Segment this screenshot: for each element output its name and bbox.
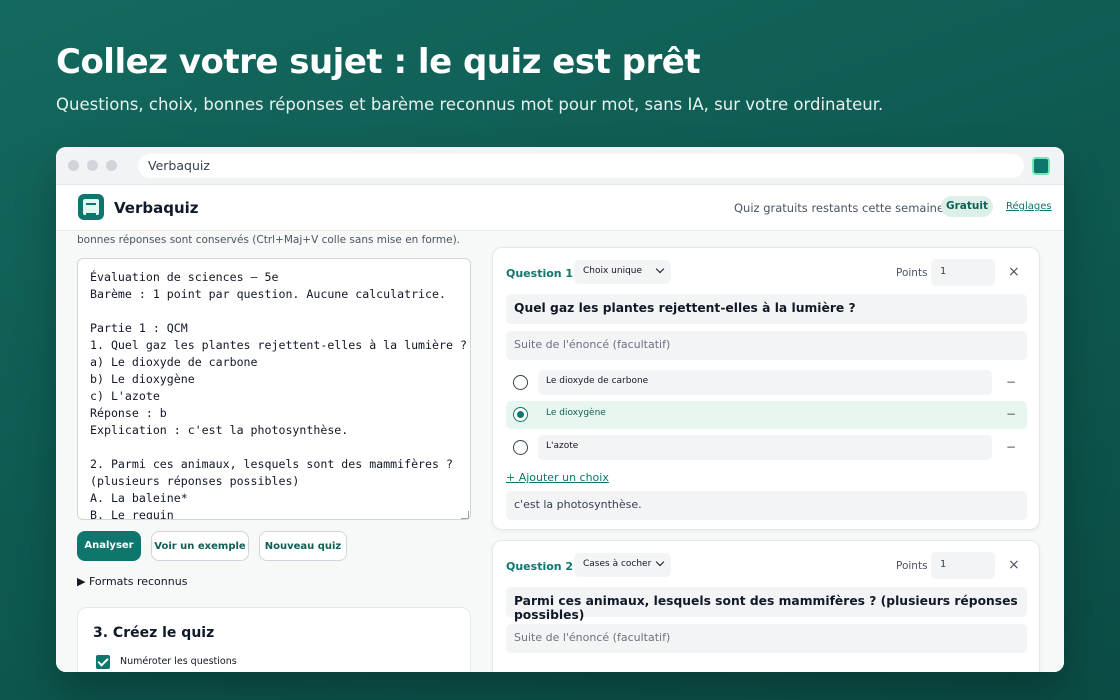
choice-row: Le dioxyde de carbone − (506, 369, 1027, 397)
window-close-dot[interactable] (68, 160, 79, 171)
question-type-value: Choix unique (583, 266, 643, 276)
close-icon[interactable]: × (1008, 557, 1020, 573)
close-icon[interactable]: × (1008, 264, 1020, 280)
choice-input[interactable]: Le dioxygène (538, 402, 992, 427)
create-quiz-card: 3. Créez le quiz Numéroter les questions (77, 607, 471, 672)
quota-text: Quiz gratuits restants cette semaine : 3 (734, 201, 963, 215)
app-name: Verbaquiz (114, 199, 199, 217)
app-logo-icon (78, 194, 104, 220)
question-label: Question 1 (506, 267, 574, 280)
settings-link[interactable]: Réglages (1006, 201, 1052, 212)
remove-choice-icon[interactable]: − (1006, 375, 1016, 389)
analyze-button[interactable]: Analyser (77, 531, 141, 561)
example-button[interactable]: Voir un exemple (151, 531, 249, 561)
points-label: Points (896, 267, 928, 279)
add-choice-link[interactable]: + Ajouter un choix (506, 471, 609, 484)
correct-radio[interactable] (513, 440, 528, 455)
textarea-resize-handle[interactable] (461, 511, 469, 519)
chevron-down-icon (655, 264, 665, 274)
choice-row: L'azote − (506, 434, 1027, 462)
correct-radio[interactable] (513, 375, 528, 390)
chevron-down-icon (655, 557, 665, 567)
points-input[interactable]: 1 (931, 552, 995, 579)
hero-title: Collez votre sujet : le quiz est prêt (56, 42, 701, 82)
hero-subtitle: Questions, choix, bonnes réponses et bar… (56, 95, 884, 114)
explanation-input[interactable]: c'est la photosynthèse. (506, 491, 1027, 520)
question-card-1: Question 1 Choix unique Points 1 × Quel … (492, 247, 1040, 530)
address-bar[interactable]: Verbaquiz (138, 154, 1024, 178)
create-quiz-title: 3. Créez le quiz (93, 625, 215, 641)
remove-choice-icon[interactable]: − (1006, 407, 1016, 421)
question-label: Question 2 (506, 560, 574, 573)
subject-textarea[interactable]: Évaluation de sciences — 5e Barème : 1 p… (77, 258, 471, 520)
question-type-value: Cases à cocher (583, 559, 652, 569)
question-more-input[interactable]: Suite de l'énoncé (facultatif) (506, 331, 1027, 360)
new-quiz-button[interactable]: Nouveau quiz (259, 531, 347, 561)
points-input[interactable]: 1 (931, 259, 995, 286)
browser-chrome: Verbaquiz (56, 147, 1064, 185)
question-more-input[interactable]: Suite de l'énoncé (facultatif) (506, 624, 1027, 653)
questions-panel: Question 1 Choix unique Points 1 × Quel … (492, 231, 1040, 672)
left-panel: bonnes réponses sont conservés (Ctrl+Maj… (77, 231, 471, 672)
question-title-input[interactable]: Parmi ces animaux, lesquels sont des mam… (506, 587, 1027, 622)
window-maximize-dot[interactable] (106, 160, 117, 171)
correct-radio-selected[interactable] (513, 407, 528, 422)
number-questions-label: Numéroter les questions (120, 656, 237, 667)
formats-toggle[interactable]: ▶ Formats reconnus (77, 575, 187, 588)
extension-icon[interactable] (1032, 157, 1050, 175)
choice-row-correct: Le dioxygène − (506, 401, 1027, 429)
app-header: Verbaquiz Quiz gratuits restants cette s… (56, 185, 1064, 231)
browser-window: Verbaquiz Verbaquiz Quiz gratuits restan… (56, 147, 1064, 672)
choice-input[interactable]: L'azote (538, 435, 992, 460)
question-type-select[interactable]: Choix unique (574, 260, 671, 284)
window-minimize-dot[interactable] (87, 160, 98, 171)
question-title-input[interactable]: Quel gaz les plantes rejettent-elles à l… (506, 294, 1027, 324)
main-content: bonnes réponses sont conservés (Ctrl+Maj… (56, 231, 1064, 672)
number-questions-checkbox[interactable] (96, 655, 110, 669)
remove-choice-icon[interactable]: − (1006, 440, 1016, 454)
plan-badge: Gratuit (941, 196, 993, 217)
choice-input[interactable]: Le dioxyde de carbone (538, 370, 992, 395)
points-label: Points (896, 560, 928, 572)
paste-hint: bonnes réponses sont conservés (Ctrl+Maj… (77, 234, 461, 246)
question-card-2: Question 2 Cases à cocher Points 1 × Par… (492, 540, 1040, 672)
question-type-select[interactable]: Cases à cocher (574, 553, 671, 577)
